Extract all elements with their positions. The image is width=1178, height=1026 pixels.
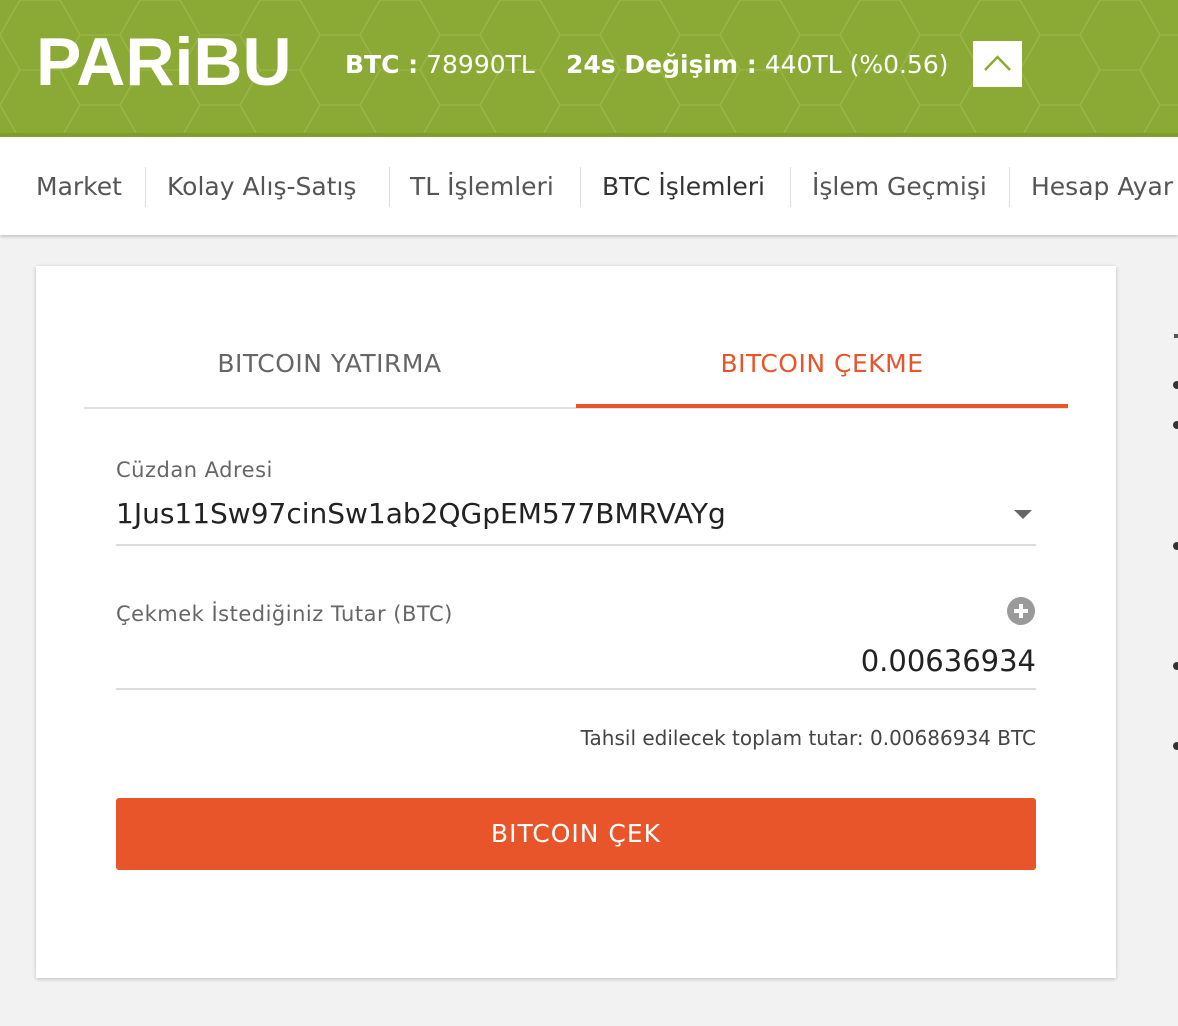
- btc-price: BTC : 78990TL: [345, 45, 535, 85]
- caret-down-icon: [1014, 510, 1032, 519]
- nav-divider: [389, 167, 390, 207]
- main-nav: Market Kolay Alış-Satış TL İşlemleri BTC…: [0, 133, 1178, 235]
- withdraw-amount-input[interactable]: [116, 634, 1036, 688]
- list-bullet: [1173, 542, 1178, 550]
- nav-divider: [145, 167, 146, 207]
- withdraw-amount-label: Çekmek İstediğiniz Tutar (BTC): [116, 602, 453, 626]
- withdraw-card: BITCOIN YATIRMA BITCOIN ÇEKME Cüzdan Adr…: [36, 266, 1116, 978]
- active-tab-indicator: [576, 404, 1068, 408]
- btc-price-value: 78990TL: [426, 50, 535, 79]
- total-charge-text: Tahsil edilecek toplam tutar: 0.00686934…: [580, 726, 1036, 750]
- paribu-logo[interactable]: PARiBU: [36, 22, 292, 102]
- nav-item-tl-islemleri[interactable]: TL İşlemleri: [410, 167, 554, 207]
- wallet-address-label: Cüzdan Adresi: [116, 458, 273, 482]
- withdraw-bitcoin-button[interactable]: BITCOIN ÇEK: [116, 798, 1036, 870]
- nav-divider: [580, 167, 581, 207]
- withdraw-amount-field[interactable]: [116, 634, 1036, 690]
- daily-change-value: 440TL (%0.56): [764, 50, 949, 79]
- btc-price-label: BTC :: [345, 50, 419, 79]
- collapse-header-button[interactable]: [973, 41, 1022, 87]
- daily-change-label: 24s Değişim :: [566, 50, 757, 79]
- nav-item-market[interactable]: Market: [36, 167, 122, 207]
- list-bullet: [1173, 662, 1178, 670]
- list-bullet: [1173, 381, 1178, 389]
- cutoff-mark: [1174, 334, 1178, 338]
- nav-divider: [1009, 167, 1010, 207]
- nav-item-islem-gecmisi[interactable]: İşlem Geçmişi: [812, 167, 987, 207]
- list-bullet: [1173, 742, 1178, 750]
- tab-bitcoin-deposit[interactable]: BITCOIN YATIRMA: [84, 334, 575, 394]
- wallet-address-select[interactable]: 1Jus11Sw97cinSw1ab2QGpEM577BMRVAYg: [116, 488, 1036, 546]
- nav-item-kolay-alis-satis[interactable]: Kolay Alış-Satış: [167, 167, 356, 207]
- plus-circle-icon[interactable]: [1007, 597, 1035, 625]
- chevron-up-icon: [984, 55, 1011, 71]
- list-bullet: [1173, 421, 1178, 429]
- tab-bitcoin-withdraw[interactable]: BITCOIN ÇEKME: [576, 334, 1068, 394]
- nav-item-hesap-ayarlari[interactable]: Hesap Ayar: [1031, 167, 1173, 207]
- nav-divider: [790, 167, 791, 207]
- top-bar: PARiBU BTC : 78990TL 24s Değişim : 440TL…: [0, 0, 1178, 133]
- daily-change: 24s Değişim : 440TL (%0.56): [566, 45, 949, 85]
- wallet-address-value: 1Jus11Sw97cinSw1ab2QGpEM577BMRVAYg: [116, 497, 726, 530]
- nav-item-btc-islemleri[interactable]: BTC İşlemleri: [602, 167, 765, 207]
